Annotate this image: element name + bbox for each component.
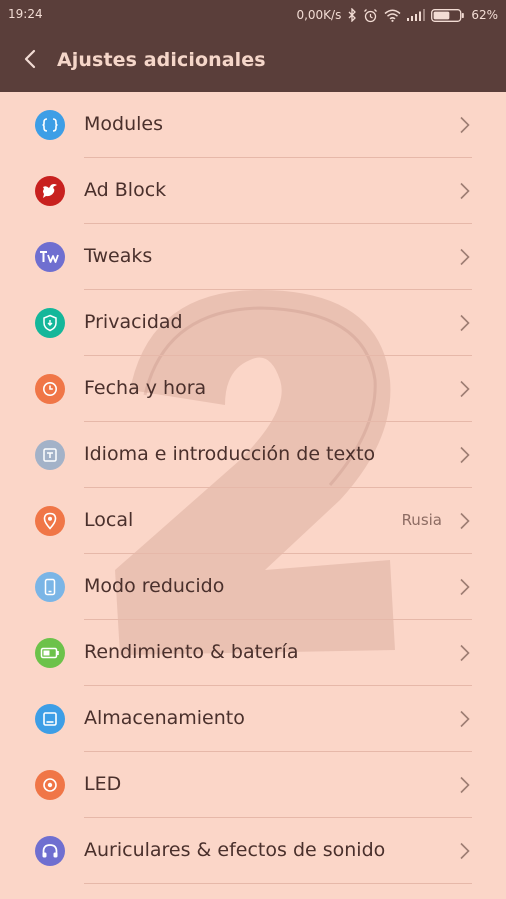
battery-percent: 62% — [471, 8, 498, 22]
settings-item-label: Idioma e introducción de texto — [84, 443, 376, 465]
settings-item-privacidad[interactable]: Privacidad — [0, 290, 506, 356]
chevron-right-icon — [460, 578, 470, 596]
settings-item-modules[interactable]: Modules — [0, 92, 506, 158]
status-time: 19:24 — [8, 7, 43, 21]
shield-icon — [35, 308, 65, 338]
settings-item-label: Rendimiento & batería — [84, 641, 299, 663]
wifi-icon — [384, 9, 401, 22]
led-icon — [35, 770, 65, 800]
settings-item-label: Privacidad — [84, 311, 183, 333]
settings-item-led[interactable]: LED — [0, 752, 506, 818]
signal-icon — [407, 9, 426, 21]
settings-item-label: Fecha y hora — [84, 377, 207, 399]
phone-icon — [35, 572, 65, 602]
settings-item-rendimiento-bateria[interactable]: Rendimiento & batería — [0, 620, 506, 686]
bluetooth-icon — [347, 8, 357, 22]
chevron-right-icon — [460, 644, 470, 662]
settings-item-local[interactable]: Local Rusia — [0, 488, 506, 554]
settings-item-auriculares[interactable]: Auriculares & efectos de sonido — [0, 818, 506, 884]
settings-item-modo-reducido[interactable]: Modo reducido — [0, 554, 506, 620]
settings-item-label: LED — [84, 773, 122, 795]
status-indicators: 0,00K/s 62% — [296, 6, 498, 24]
chevron-right-icon — [460, 380, 470, 398]
chevron-right-icon — [460, 842, 470, 860]
back-button[interactable] — [12, 44, 48, 78]
network-speed: 0,00K/s — [296, 8, 342, 22]
adblock-icon — [35, 176, 65, 206]
headphones-icon — [35, 836, 65, 866]
location-icon — [35, 506, 65, 536]
chevron-right-icon — [460, 710, 470, 728]
settings-item-label: Modo reducido — [84, 575, 225, 597]
settings-item-label: Modules — [84, 113, 163, 135]
chevron-right-icon — [460, 314, 470, 332]
keyboard-icon — [35, 440, 65, 470]
tweaks-icon — [35, 242, 65, 272]
chevron-right-icon — [460, 248, 470, 266]
settings-item-label: Local — [84, 509, 134, 531]
battery-icon — [431, 8, 465, 22]
settings-item-label: Ad Block — [84, 179, 167, 201]
settings-item-value: Rusia — [401, 511, 442, 529]
settings-item-almacenamiento[interactable]: Almacenamiento — [0, 686, 506, 752]
settings-item-label: Almacenamiento — [84, 707, 245, 729]
settings-item-label: Auriculares & efectos de sonido — [84, 839, 386, 861]
alarm-icon — [363, 8, 378, 23]
settings-item-label: Tweaks — [84, 245, 153, 267]
chevron-right-icon — [460, 512, 470, 530]
settings-item-fecha-y-hora[interactable]: Fecha y hora — [0, 356, 506, 422]
chevron-right-icon — [460, 182, 470, 200]
settings-list: Modules Ad Block Tweaks Privacidad Fecha… — [0, 92, 506, 884]
settings-item-idioma[interactable]: Idioma e introducción de texto — [0, 422, 506, 488]
chevron-right-icon — [460, 776, 470, 794]
storage-icon — [35, 704, 65, 734]
chevron-right-icon — [460, 446, 470, 464]
clock-icon — [35, 374, 65, 404]
status-bar: 19:24 0,00K/s 62% — [0, 0, 506, 30]
page-title: Ajustes adicionales — [57, 49, 266, 71]
settings-item-ad-block[interactable]: Ad Block — [0, 158, 506, 224]
chevron-left-icon — [24, 49, 36, 73]
chevron-right-icon — [460, 116, 470, 134]
modules-icon — [35, 110, 65, 140]
battery-icon — [35, 638, 65, 668]
app-bar: Ajustes adicionales — [0, 30, 506, 92]
settings-item-tweaks[interactable]: Tweaks — [0, 224, 506, 290]
